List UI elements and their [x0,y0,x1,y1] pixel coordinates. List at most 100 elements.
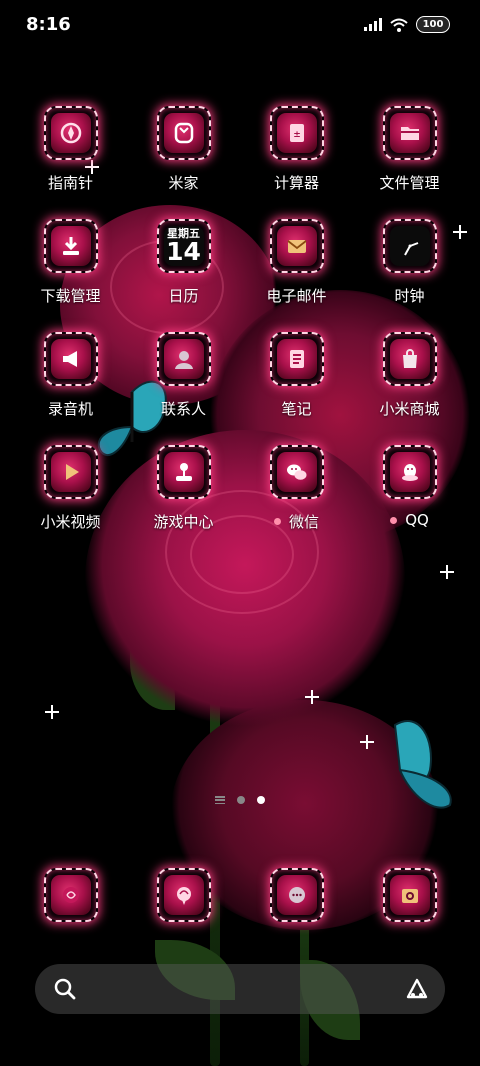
play-icon [65,464,79,480]
app-icon-frame [43,445,98,499]
app-label: 文件管理 [379,174,440,192]
app-label: 笔记 [281,400,312,418]
app-label: QQ [390,511,429,529]
app-icon-frame [43,106,98,160]
app-icon-frame [382,868,437,922]
wifi-icon [390,18,408,32]
sparkle [45,705,59,719]
app-label-text: QQ [405,511,429,529]
chat-bubble-icon [288,887,305,903]
mail-icon [286,240,307,253]
calendar-day: 14 [166,237,201,266]
dock [14,868,466,922]
page-dot-2-active[interactable] [257,796,265,804]
search-bar[interactable] [35,964,445,1014]
app-label: 计算器 [273,174,319,192]
signal-icon [364,18,382,31]
app-icon-frame [269,445,324,499]
qq-icon [401,464,418,481]
app-label: 指南针 [47,174,93,192]
app-label: 米家 [168,174,199,192]
app-mi-store[interactable]: 小米商城 [353,332,466,445]
calculator-icon: ± [289,124,304,142]
dock-app-camera[interactable] [353,868,466,922]
folder-icon [400,127,419,140]
app-mi-home[interactable]: 米家 [127,106,240,219]
app-label: 微信 [273,511,319,532]
megaphone-icon [62,351,77,367]
dock-app-chat[interactable] [240,868,353,922]
app-wechat[interactable]: 微信 [240,445,353,558]
app-icon-frame [382,106,437,160]
svg-text:±: ± [293,130,301,140]
app-label: 录音机 [47,400,93,418]
app-icon-frame [382,219,437,273]
assistant-icon[interactable] [405,977,429,1001]
compass-icon [60,122,81,144]
app-icon-frame [156,868,211,922]
app-clock[interactable]: 时钟 [353,219,466,332]
clock-icon [403,242,418,256]
app-icon-frame [43,332,98,386]
app-icon-frame [382,332,437,386]
search-icon[interactable] [53,977,77,1001]
app-icon-frame [43,219,98,273]
app-download-manager[interactable]: 下载管理 [14,219,127,332]
page-indicator[interactable] [0,796,480,804]
app-icon-frame [43,868,98,922]
new-badge-dot [390,516,398,524]
sparkle [305,690,319,704]
dock-app-messages[interactable] [127,868,240,922]
app-icon-frame: ± [269,106,324,160]
status-icons: 100 [364,16,450,33]
app-label: 联系人 [160,400,206,418]
status-bar: 8:16 100 [0,0,480,50]
contact-icon [174,351,193,369]
app-grid: 指南针 米家 ± 计算器 文件管理 下载管理 星期五 14 日历 电子邮件 时钟… [14,106,466,558]
battery-indicator: 100 [416,16,450,33]
app-label: 下载管理 [40,287,101,305]
app-mi-video[interactable]: 小米视频 [14,445,127,558]
dock-app-phone[interactable] [14,868,127,922]
status-time: 8:16 [26,14,71,35]
camera-icon [401,889,418,903]
app-label: 小米视频 [40,513,101,531]
new-badge-dot [273,518,281,525]
app-label: 小米商城 [379,400,440,418]
butterfly-icon [393,720,452,809]
app-label: 时钟 [394,287,425,305]
page-list-icon[interactable] [215,796,225,804]
app-notes[interactable]: 笔记 [240,332,353,445]
sparkle [440,565,454,579]
app-calculator[interactable]: ± 计算器 [240,106,353,219]
app-icon-frame [156,106,211,160]
app-icon-frame [156,332,211,386]
app-recorder[interactable]: 录音机 [14,332,127,445]
app-icon-frame [382,445,437,499]
app-email[interactable]: 电子邮件 [240,219,353,332]
phone-rose-icon [62,887,79,903]
app-icon-frame [269,868,324,922]
wechat-icon [286,464,306,480]
app-qq[interactable]: QQ [353,445,466,558]
app-contacts[interactable]: 联系人 [127,332,240,445]
download-icon [62,237,79,255]
messages-rose-icon [176,887,191,905]
notes-icon [289,350,304,368]
app-game-center[interactable]: 游戏中心 [127,445,240,558]
app-compass[interactable]: 指南针 [14,106,127,219]
shopping-bag-icon [402,349,417,368]
app-label-text: 微信 [288,513,319,531]
page-dot-1[interactable] [237,796,245,804]
app-icon-frame [156,445,211,499]
app-label: 电子邮件 [266,287,327,305]
joystick-icon [175,463,192,481]
app-file-manager[interactable]: 文件管理 [353,106,466,219]
app-icon-frame [269,219,324,273]
sparkle [360,735,374,749]
mi-home-icon [174,122,193,144]
app-icon-frame: 星期五 14 [156,219,211,273]
app-label: 游戏中心 [153,513,214,531]
calendar-icon: 星期五 14 [163,226,204,266]
app-calendar[interactable]: 星期五 14 日历 [127,219,240,332]
